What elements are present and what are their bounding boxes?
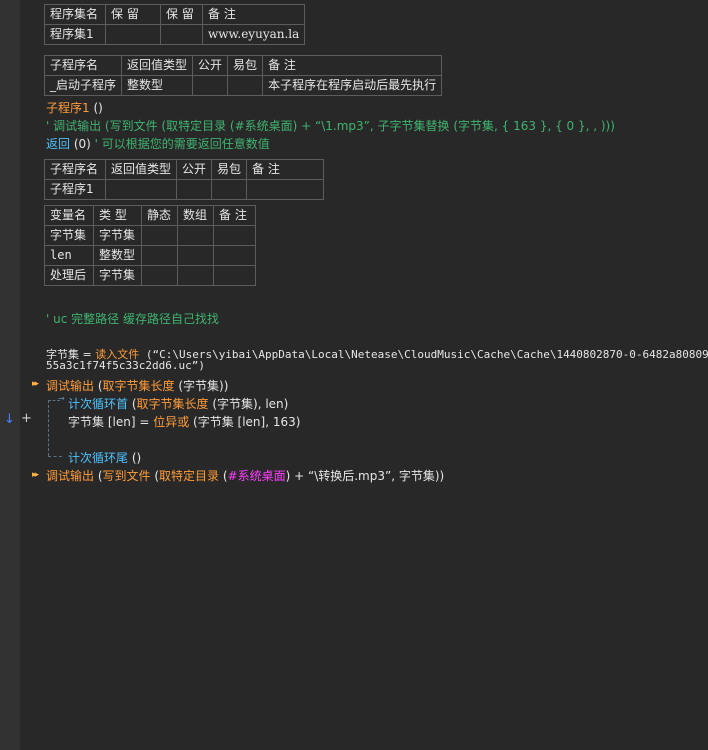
- loop-guide-bottom: [48, 456, 62, 457]
- table-row[interactable]: len 整数型: [44, 245, 256, 266]
- loop-arrow-icon: →: [58, 394, 65, 403]
- col-return-type: 返回值类型: [104, 159, 178, 180]
- expand-plus-icon[interactable]: +: [21, 411, 32, 426]
- col-reserved-2: 保 留: [160, 4, 203, 25]
- return-keyword: 返回: [46, 137, 71, 151]
- code-line-debug-output-1[interactable]: 调试输出 (取字节集长度 (字节集)): [46, 377, 228, 394]
- col-assembly-name: 程序集名: [44, 4, 106, 25]
- var-note-cell[interactable]: [213, 265, 256, 286]
- var-name-cell[interactable]: 字节集: [44, 225, 94, 246]
- var-static-cell[interactable]: [141, 265, 178, 286]
- col-var-type: 类 型: [93, 205, 142, 226]
- sub1-epackage-cell[interactable]: [211, 179, 248, 200]
- var-static-cell[interactable]: [141, 225, 178, 246]
- var-array-cell[interactable]: [177, 245, 214, 266]
- col-epackage: 易包: [227, 55, 264, 76]
- var-array-cell[interactable]: [177, 265, 214, 286]
- var-name-cell[interactable]: len: [44, 245, 94, 266]
- reserved-cell-2[interactable]: [160, 24, 203, 45]
- breakpoint-arrow-icon[interactable]: ↓: [4, 412, 15, 427]
- col-note: 备 注: [201, 4, 306, 25]
- code-line-return[interactable]: 返回 (0) ' 可以根据您的需要返回任意数值: [46, 135, 270, 152]
- code-line-comment-1[interactable]: ' 调试输出 (写到文件 (取特定目录 (#系统桌面) + “\1.mp3”, …: [46, 117, 615, 134]
- var-type-cell[interactable]: 字节集: [93, 265, 142, 286]
- col-public: 公开: [192, 55, 229, 76]
- sub-call-name: 子程序1: [46, 101, 90, 115]
- line-gutter: [0, 0, 20, 750]
- sub1-table: 子程序名 返回值类型 公开 易包 备 注 子程序1: [44, 159, 325, 200]
- var-type-cell[interactable]: 字节集: [93, 225, 142, 246]
- variables-table: 变量名 类 型 静态 数组 备 注 字节集 字节集 len 整数型 处理后 字节…: [44, 205, 256, 286]
- sub1-note-cell[interactable]: [246, 179, 325, 200]
- col-sub-name: 子程序名: [43, 55, 123, 76]
- code-line-call-sub[interactable]: 子程序1 (): [46, 99, 103, 116]
- assembly-name-cell[interactable]: 程序集1: [44, 24, 106, 45]
- col-note: 备 注: [213, 205, 256, 226]
- col-reserved-1: 保 留: [105, 4, 161, 25]
- col-note: 备 注: [246, 159, 325, 180]
- assembly-table: 程序集名 保 留 保 留 备 注 程序集1 www.eyuyan.la: [44, 4, 306, 45]
- col-static: 静态: [141, 205, 178, 226]
- sub1-name-cell[interactable]: 子程序1: [44, 179, 106, 200]
- table-row[interactable]: 处理后 字节集: [44, 265, 256, 286]
- code-line-debug-output-2[interactable]: 调试输出 (写到文件 (取特定目录 (#系统桌面) + “\转换后.mp3”, …: [46, 467, 444, 484]
- code-line-read-file-cont[interactable]: 55a3c1f74f5c33c2dd6.uc”): [46, 359, 205, 372]
- var-array-cell[interactable]: [177, 225, 214, 246]
- code-line-loop-end[interactable]: 计次循环尾 (): [68, 449, 141, 466]
- reserved-cell-1[interactable]: [105, 24, 161, 45]
- table-row[interactable]: 字节集 字节集: [44, 225, 256, 246]
- flow-marker-icon: ▸▸: [32, 379, 39, 389]
- code-line-xor[interactable]: 字节集 [len] = 位异或 (字节集 [len], 163): [68, 413, 300, 430]
- var-note-cell[interactable]: [213, 245, 256, 266]
- col-array: 数组: [177, 205, 214, 226]
- assembly-note-cell[interactable]: www.eyuyan.la: [201, 24, 306, 45]
- var-note-cell[interactable]: [213, 225, 256, 246]
- code-line-comment-2[interactable]: ' uc 完整路径 缓存路径自己找找: [46, 310, 219, 327]
- public-cell[interactable]: [192, 75, 229, 96]
- col-sub-name: 子程序名: [44, 159, 106, 180]
- sub1-public-cell[interactable]: [176, 179, 213, 200]
- col-epackage: 易包: [211, 159, 248, 180]
- startup-return-type-cell[interactable]: 整数型: [121, 75, 194, 96]
- loop-guide-line: [48, 400, 49, 456]
- startup-sub-table: 子程序名 返回值类型 公开 易包 备 注 _启动子程序 整数型 本子程序在程序启…: [43, 55, 443, 96]
- col-note: 备 注: [262, 55, 443, 76]
- var-name-cell[interactable]: 处理后: [44, 265, 94, 286]
- col-public: 公开: [176, 159, 213, 180]
- epackage-cell[interactable]: [227, 75, 264, 96]
- flow-marker-icon: ▸▸: [32, 470, 39, 480]
- var-type-cell[interactable]: 整数型: [93, 245, 142, 266]
- sub1-return-type-cell[interactable]: [104, 179, 178, 200]
- code-line-loop-start[interactable]: 计次循环首 (取字节集长度 (字节集), len): [68, 395, 288, 412]
- startup-sub-name-cell[interactable]: _启动子程序: [43, 75, 123, 96]
- startup-note-cell[interactable]: 本子程序在程序启动后最先执行: [262, 75, 443, 96]
- col-var-name: 变量名: [44, 205, 94, 226]
- col-return-type: 返回值类型: [121, 55, 194, 76]
- var-static-cell[interactable]: [141, 245, 178, 266]
